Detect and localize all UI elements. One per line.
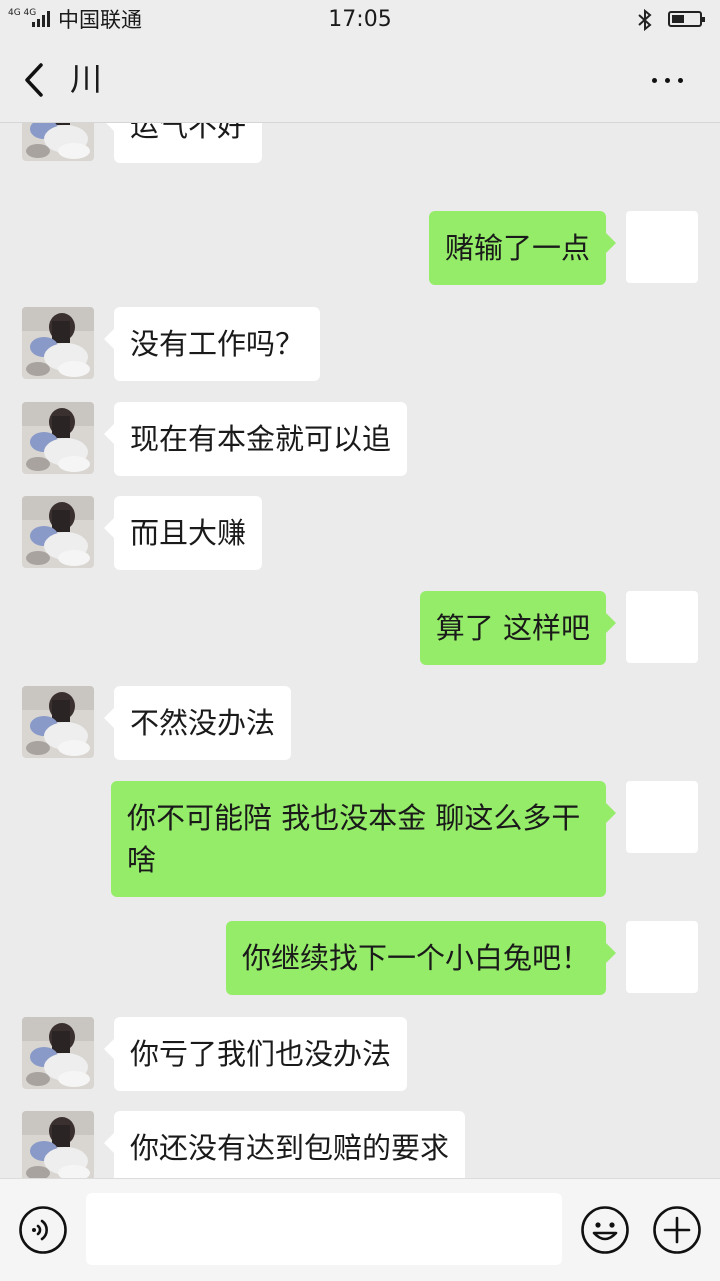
my-avatar[interactable] — [626, 211, 698, 283]
bluetooth-icon — [638, 8, 652, 32]
more-options-button[interactable] — [646, 70, 690, 90]
voice-icon[interactable] — [18, 1205, 68, 1255]
message-bubble[interactable]: 你继续找下一个小白兔吧！ — [225, 921, 617, 995]
battery-icon — [668, 11, 705, 27]
message-bubble[interactable]: 而且大赚 — [103, 496, 263, 570]
contact-avatar[interactable] — [22, 496, 94, 568]
contact-avatar[interactable] — [22, 307, 94, 379]
message-bubble[interactable]: 你亏了我们也没办法 — [103, 1017, 408, 1091]
emoji-icon[interactable] — [580, 1205, 630, 1255]
my-avatar[interactable] — [626, 781, 698, 853]
chat-header: 川 — [0, 40, 720, 123]
chat-title: 川 — [70, 60, 103, 98]
my-avatar[interactable] — [626, 921, 698, 993]
back-button[interactable] — [14, 60, 54, 100]
contact-avatar[interactable] — [22, 402, 94, 474]
message-bubble[interactable]: 算了 这样吧 — [419, 591, 617, 665]
message-bubble[interactable]: 你还没有达到包赔的要求 — [103, 1111, 466, 1178]
input-bar — [0, 1178, 720, 1281]
contact-avatar[interactable] — [22, 1111, 94, 1178]
my-avatar[interactable] — [626, 591, 698, 663]
contact-avatar[interactable] — [22, 1017, 94, 1089]
status-bar: 4G 4G 中国联通 17:05 — [0, 0, 720, 40]
message-bubble[interactable]: 没有工作吗？ — [103, 307, 321, 381]
message-bubble[interactable]: 现在有本金就可以追 — [103, 402, 408, 476]
message-input[interactable] — [86, 1193, 562, 1265]
plus-icon[interactable] — [652, 1205, 702, 1255]
message-bubble[interactable]: 赌输了一点 — [428, 211, 617, 285]
message-bubble[interactable]: 运气不好 — [103, 123, 263, 163]
contact-avatar[interactable] — [22, 123, 94, 161]
clock: 17:05 — [328, 7, 392, 32]
message-bubble[interactable]: 不然没办法 — [103, 686, 292, 760]
message-list[interactable]: 运气不好赌输了一点 没有工作吗？ 现在有本金就可以追 而且大赚算了 这样吧 不然… — [0, 123, 720, 1178]
message-bubble[interactable]: 你不可能陪 我也没本金 聊这么多干啥 — [111, 781, 616, 897]
contact-avatar[interactable] — [22, 686, 94, 758]
